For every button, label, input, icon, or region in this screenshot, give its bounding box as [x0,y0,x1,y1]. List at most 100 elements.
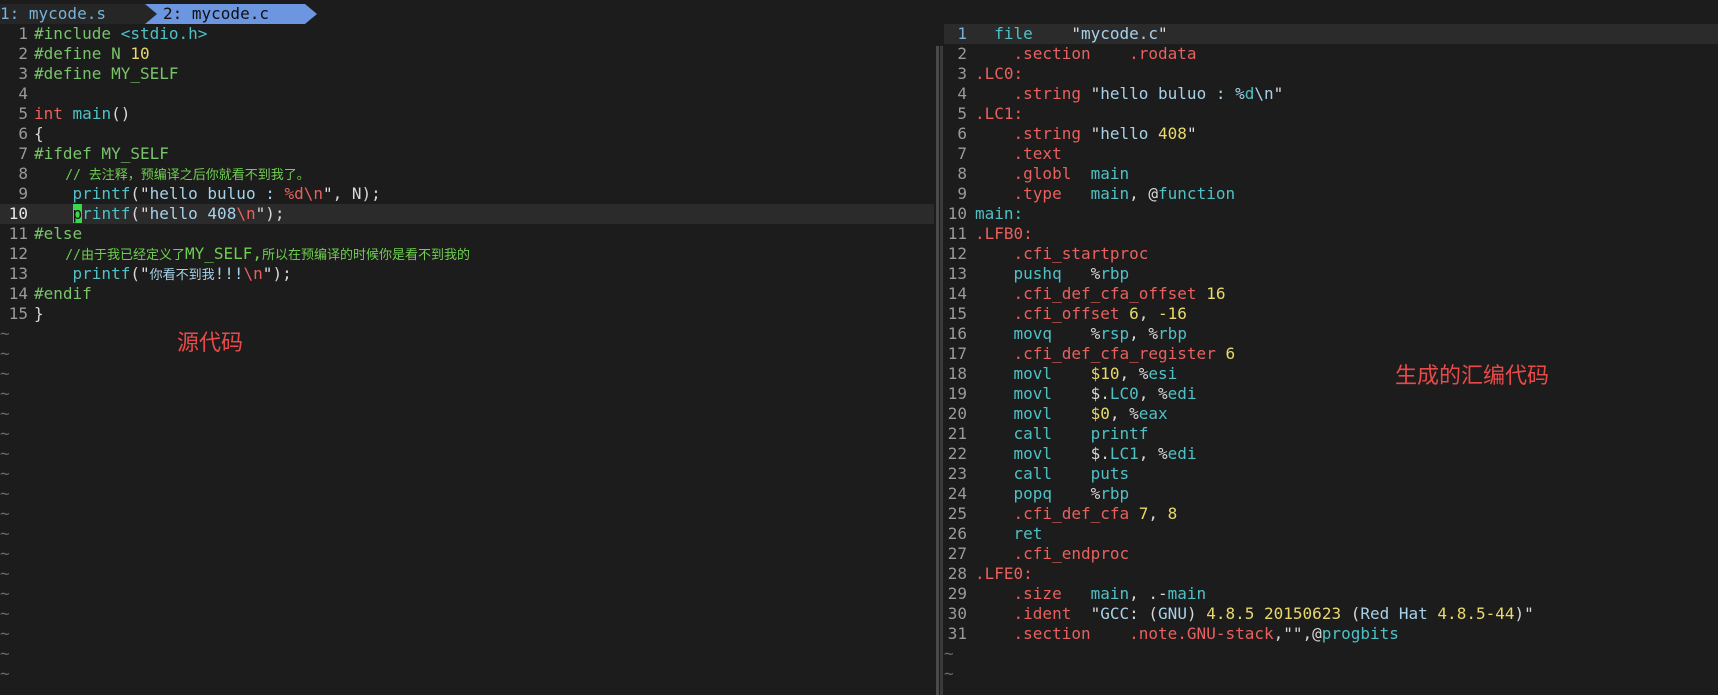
code-token: .string [975,84,1091,103]
line-number: 13 [8,264,28,283]
line-number: 25 [947,504,967,523]
code-token: -16 [1158,304,1187,323]
line-number: 3 [18,64,28,83]
tilde-marker: ~ [0,504,10,523]
code-token: hello buluo : [149,184,285,203]
tilde-marker: ~ [0,464,10,483]
code-token: 8 [1167,504,1178,523]
code-token: 10 [130,44,150,63]
code-token: d [1244,84,1255,103]
code-line: 24 popq %rbp [944,484,1718,504]
code-token: #endif [34,284,92,303]
code-token: main: [975,204,1024,223]
code-token: " [262,264,273,283]
code-token: progbits [1321,624,1399,643]
code-line: 9 printf("hello buluo : %d\n", N); [0,184,934,204]
line-number: 31 [947,624,967,643]
code-token: .size [975,584,1091,603]
line-number: 5 [18,104,28,123]
code-line: 15 .cfi_offset 6, -16 [944,304,1718,324]
line-number: 6 [18,124,28,143]
annotation-generated-assembly: 生成的汇编代码 [1395,364,1550,389]
code-token: 7 [1138,504,1149,523]
code-line: 17 .cfi_def_cfa_register 6 [944,344,1718,364]
code-token: , .- [1129,584,1168,603]
code-token: !!! [214,264,244,283]
code-token: rsp [1100,324,1130,343]
line-number: 7 [957,144,967,163]
line-number: 6 [957,124,967,143]
code-token: , % [1119,364,1149,383]
line-number: 29 [947,584,967,603]
code-token: " [1158,24,1168,43]
code-token: pushq [975,264,1091,283]
empty-line-markers: ~ ~ [944,644,1718,684]
tab-mycode-s[interactable]: 1: mycode.s [0,4,145,24]
code-line: 22 movl $.LC1, %edi [944,444,1718,464]
code-token: ( [130,204,140,223]
text-cursor[interactable]: p [72,204,83,223]
code-token: edi [1167,384,1197,403]
code-token: rbp [1100,484,1130,503]
code-token: GCC [1100,604,1130,623]
line-number: 30 [947,604,967,623]
code-token: .cfi_def_cfa [975,504,1139,523]
code-token: , % [1109,404,1139,423]
code-token: ( [1341,604,1361,623]
code-token: % [1090,484,1101,503]
code-token: , @ [1129,184,1159,203]
code-token: rbp [1158,324,1187,343]
code-token: <stdio.h> [120,24,208,43]
line-number: 4 [957,84,967,103]
code-token: .section [975,624,1130,643]
code-token: movq [975,324,1091,343]
tilde-marker: ~ [0,364,10,383]
code-token: $10 [1090,364,1120,383]
code-token: printf [1090,424,1149,443]
code-token: 你看不到我 [149,268,215,283]
line-number: 5 [957,104,967,123]
code-line: 13 pushq %rbp [944,264,1718,284]
code-token: .LC0: [975,64,1024,83]
code-token: )" [1514,604,1534,623]
tilde-marker: ~ [0,344,10,363]
code-line: 7 .text [944,144,1718,164]
code-line: 15} [0,304,934,324]
code-line: 12 .cfi_startproc [944,244,1718,264]
code-token: call [975,424,1091,443]
code-token: main [1090,164,1130,183]
code-line: 16 movq %rsp, %rbp [944,324,1718,344]
line-number: 8 [18,164,28,183]
code-token: \n [236,204,256,223]
code-token: 6 [1225,344,1236,363]
vertical-split-separator[interactable] [934,24,944,695]
code-token: .rodata [1129,44,1197,63]
tab-mycode-c-active[interactable]: 2: mycode.c [145,4,305,24]
code-token: } [34,304,44,323]
code-token: call [975,464,1091,483]
tilde-marker: ~ [944,644,954,663]
tilde-marker: ~ [0,544,10,563]
tilde-marker: ~ [0,624,10,643]
assembly-editor-pane[interactable]: 1 file "mycode.c" 2 .section .rodata 3 .L… [944,24,1718,695]
line-number: 16 [947,324,967,343]
line-number: 24 [947,484,967,503]
line-number: 28 [947,564,967,583]
code-line: 2 #define N 10 [0,44,934,64]
code-token: #include [34,24,121,43]
code-line: 13 printf("你看不到我!!!\n"); [0,264,934,284]
line-number: 13 [947,264,967,283]
line-number: 12 [8,244,28,263]
code-token: .ident [975,604,1091,623]
code-token: .cfi_offset [975,304,1130,323]
code-token: ) [1186,604,1207,623]
code-line: 3 #define MY_SELF [0,64,934,84]
tilde-marker: ~ [0,404,10,423]
source-editor-pane[interactable]: 1 #include <stdio.h> 2 #define N 10 3 #defi… [0,24,934,695]
code-token: rbp [1100,264,1130,283]
code-token: hello buluo : % [1100,84,1245,103]
code-token: " [1090,124,1101,143]
code-token: hello [1100,124,1159,143]
code-token: \n [243,264,263,283]
